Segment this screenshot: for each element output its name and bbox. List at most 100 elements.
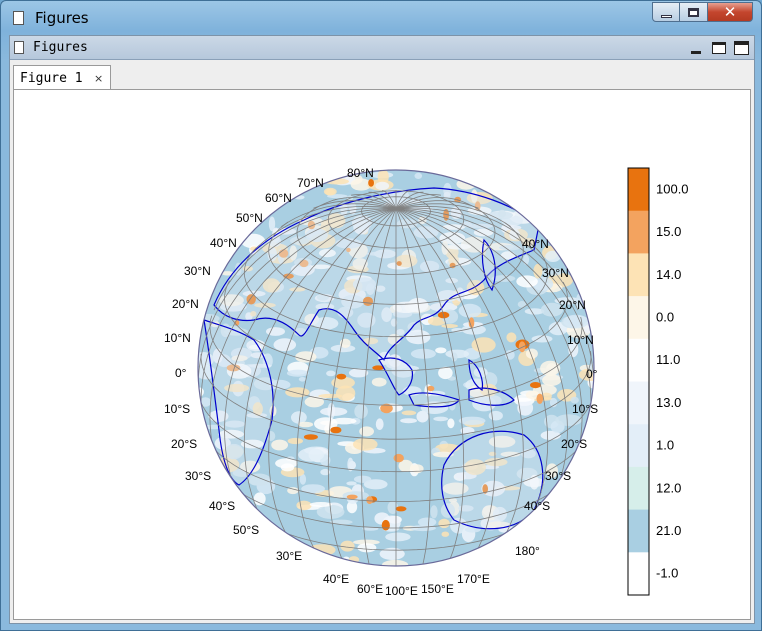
- colorbar-segment: [628, 509, 649, 553]
- maximize-icon: [734, 41, 749, 55]
- data-blob: [563, 314, 589, 329]
- longitude-label: 100°E: [385, 584, 418, 598]
- document-icon: [13, 11, 24, 25]
- data-blob: [430, 505, 438, 519]
- data-blob: [400, 418, 417, 424]
- data-blob: [354, 404, 368, 419]
- panel-buttons: [687, 40, 750, 56]
- data-blob: [401, 410, 417, 416]
- data-blob: [309, 502, 333, 507]
- data-blob-high: [366, 496, 373, 504]
- latitude-label: 40°N: [210, 236, 237, 250]
- data-blob: [353, 438, 378, 451]
- tab-figure-1[interactable]: Figure 1 ×: [13, 65, 111, 90]
- data-blob-high: [381, 519, 390, 531]
- data-blob: [545, 250, 561, 262]
- title-bar[interactable]: Figures ✕: [1, 1, 761, 35]
- latitude-label: 10°N: [567, 333, 594, 347]
- data-blob: [340, 540, 355, 552]
- data-blob: [359, 426, 374, 437]
- data-blob: [375, 181, 390, 191]
- data-blob: [346, 481, 357, 486]
- latitude-label: 70°N: [297, 176, 324, 190]
- latitude-label: 10°S: [572, 402, 598, 416]
- map-figure: 80°N 70°N 60°N50°N 40°N 30°N 20°N 10°N 0° 10°S 20…: [164, 166, 689, 598]
- latitude-label: 10°S: [164, 402, 190, 416]
- colorbar-label: 12.0: [656, 480, 681, 495]
- data-blob: [523, 254, 530, 265]
- tab-close-icon[interactable]: ×: [94, 72, 103, 85]
- data-blob: [555, 414, 582, 426]
- minimize-icon: [690, 50, 701, 54]
- data-blob: [329, 519, 353, 525]
- figure-canvas[interactable]: 80°N 70°N 60°N 50°N 40°N 30°N 20°N 10°N 0° 10°S 20…: [13, 89, 751, 620]
- data-blob: [447, 418, 455, 429]
- data-blob: [506, 332, 517, 343]
- panel-undock-button[interactable]: [710, 40, 727, 56]
- data-blob: [287, 437, 303, 445]
- maximize-button[interactable]: [679, 2, 708, 22]
- data-blob: [307, 544, 336, 556]
- data-blob: [458, 303, 482, 318]
- colorbar-label: 21.0: [656, 523, 681, 538]
- longitude-label: 170°E: [457, 572, 490, 586]
- latitude-label: 40°N: [522, 237, 549, 251]
- data-blob: [371, 377, 387, 387]
- colorbar-segment: [628, 338, 649, 382]
- longitude-label: 30°E: [276, 549, 302, 563]
- colorbar-label: 100.0: [656, 181, 689, 196]
- minimize-button[interactable]: [652, 2, 680, 22]
- panel-header: Figures: [10, 36, 754, 60]
- dock-panel: Figures Figure 1 × 80°N 70°N 60°N 50°N 4…: [9, 35, 755, 624]
- data-blob-high: [303, 434, 318, 440]
- panel-title: Figures: [33, 40, 88, 55]
- data-blob: [320, 407, 348, 416]
- colorbar-segment: [628, 296, 649, 340]
- data-blob-high: [395, 506, 407, 512]
- data-blob: [271, 439, 288, 451]
- data-blob: [435, 347, 447, 354]
- colorbar-segment: [628, 552, 649, 596]
- colorbar: 100.0 15.0 14.0 0.0 11.0 13.0 1.0 12.0 21.0 -1.0: [627, 167, 689, 596]
- latitude-label: 40°S: [524, 499, 550, 513]
- colorbar-label: 13.0: [656, 395, 681, 410]
- latitude-label: 20°S: [561, 437, 587, 451]
- panel-minimize-button[interactable]: [687, 40, 704, 56]
- panel-maximize-button[interactable]: [733, 40, 750, 56]
- longitude-label: 180°: [515, 544, 540, 558]
- latitude-label: 80°N: [347, 166, 374, 180]
- data-blob: [382, 559, 409, 566]
- data-blob: [433, 416, 449, 422]
- data-blob-high: [346, 494, 358, 500]
- data-blob: [323, 187, 337, 196]
- figures-window: Figures ✕ Figures Figure 1 × 80°N 70°N 6…: [0, 0, 762, 631]
- close-button[interactable]: ✕: [707, 2, 753, 22]
- latitude-label: 60°N: [265, 191, 292, 205]
- colorbar-segment: [628, 381, 649, 425]
- data-blob: [512, 397, 532, 402]
- data-blob-high: [330, 426, 342, 434]
- latitude-label: 30°S: [185, 469, 211, 483]
- data-blob-high: [368, 179, 374, 187]
- data-blob: [298, 377, 306, 382]
- data-blob: [409, 525, 436, 532]
- colorbar-label: 15.0: [656, 224, 681, 239]
- maximize-icon: [688, 7, 699, 17]
- data-blob: [304, 396, 324, 408]
- data-blob: [441, 324, 458, 328]
- window-title: Figures: [35, 9, 89, 27]
- data-blob: [286, 369, 309, 377]
- latitude-label: 30°N: [542, 266, 569, 280]
- data-blob: [385, 532, 411, 542]
- colorbar-segment: [628, 466, 649, 511]
- data-blob: [313, 317, 339, 330]
- colorbar-segment: [628, 168, 649, 212]
- colorbar-segment: [628, 210, 649, 254]
- colorbar-label: 11.0: [656, 352, 680, 367]
- data-blob: [414, 172, 423, 179]
- data-blob: [273, 338, 297, 352]
- latitude-label: 0°: [586, 367, 598, 381]
- data-blob-high: [393, 453, 404, 463]
- close-icon: ✕: [723, 2, 737, 21]
- latitude-label: 30°S: [545, 469, 571, 483]
